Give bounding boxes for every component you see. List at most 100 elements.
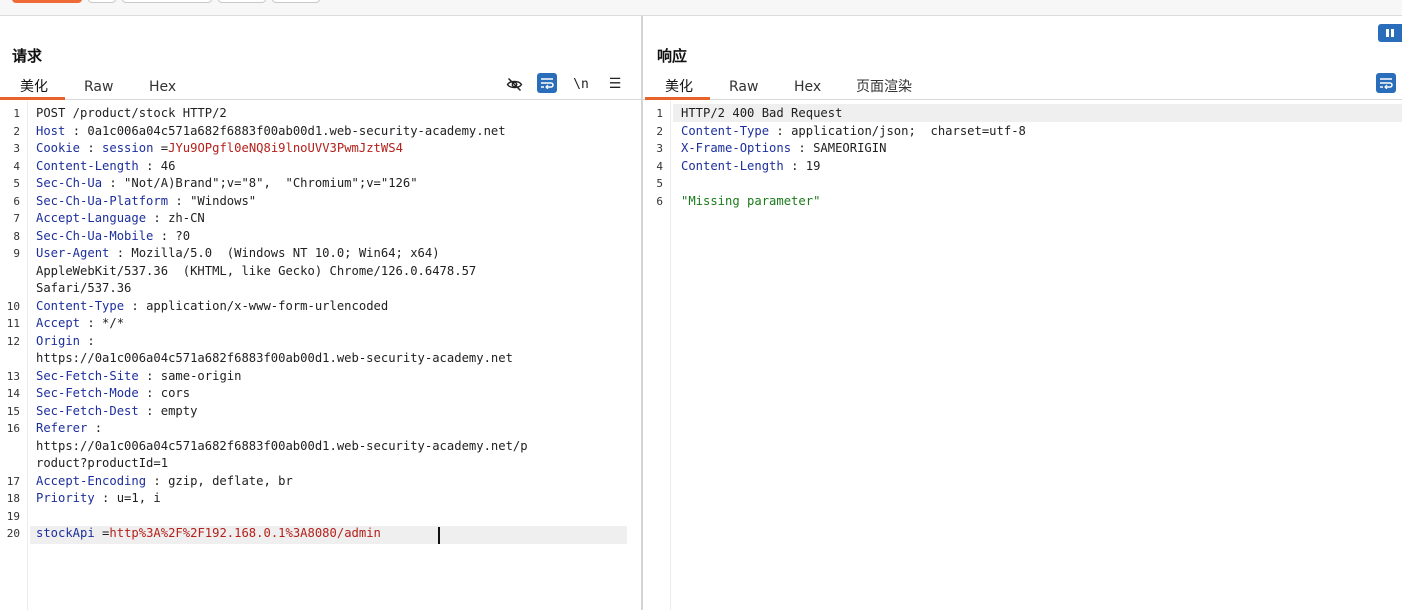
header-name: Accept-Language xyxy=(36,211,147,225)
text-segment: : */* xyxy=(80,316,125,330)
line-number: 13 xyxy=(6,369,20,383)
tab-render[interactable]: 页面渲染 xyxy=(854,76,914,100)
settings-button[interactable] xyxy=(88,0,116,3)
toolbar-button[interactable] xyxy=(122,0,212,3)
text-segment: : SAMEORIGIN xyxy=(791,141,887,155)
line-number: 3 xyxy=(13,142,20,155)
code-line: Priority : u=1, i xyxy=(36,490,161,507)
text-segment: = xyxy=(153,141,169,155)
code-line: Accept-Language : zh-CN xyxy=(36,210,205,227)
text-segment: : cors xyxy=(138,386,191,400)
text-segment: : 0a1c006a04c571a682f6883f00ab00d1.web-s… xyxy=(65,123,506,138)
response-title: 响应 xyxy=(657,47,688,65)
text-segment: roduct?productId=1 xyxy=(36,456,169,470)
code-line: Cookie : session =JYu9OPgfl0eNQ8i9lnoUVV… xyxy=(36,140,403,157)
code-line: Referer : xyxy=(36,420,102,437)
code-line: Safari/537.36 xyxy=(36,280,131,297)
line-number: 10 xyxy=(6,299,20,313)
line-number: 5 xyxy=(656,177,663,190)
line-number: 17 xyxy=(6,474,20,488)
text-cursor xyxy=(438,527,440,544)
line-number: 1 xyxy=(656,107,663,120)
code-line: Content-Type : application/x-www-form-ur… xyxy=(36,298,388,315)
text-segment: : "Windows" xyxy=(168,193,257,208)
code-line: Host : 0a1c006a04c571a682f6883f00ab00d1.… xyxy=(36,123,506,140)
text-segment: : empty xyxy=(138,403,198,418)
code-line: Sec-Ch-Ua-Mobile : ?0 xyxy=(36,228,190,245)
eye-off-icon[interactable] xyxy=(504,74,524,94)
header-name: Content-Type xyxy=(36,298,125,313)
text-segment: : gzip, deflate, br xyxy=(146,473,293,488)
wrap-icon[interactable] xyxy=(537,73,557,93)
line-number: 7 xyxy=(13,212,20,225)
line-number: 5 xyxy=(13,177,20,190)
text-segment: : 19 xyxy=(783,158,821,173)
header-name: stockApi xyxy=(36,526,95,540)
text-segment: : Mozilla/5.0 (Windows NT 10.0; Win64; x… xyxy=(109,246,440,260)
header-name: Priority xyxy=(36,491,95,505)
request-title: 请求 xyxy=(12,47,43,65)
newline-icon[interactable]: \n xyxy=(571,74,591,94)
text-segment: AppleWebKit/537.36 (KHTML, like Gecko) C… xyxy=(36,263,477,278)
text-segment: : u=1, i xyxy=(94,491,161,505)
active-tab-indicator xyxy=(0,97,65,100)
string-literal: "Missing parameter" xyxy=(681,193,821,208)
code-line: AppleWebKit/537.36 (KHTML, like Gecko) C… xyxy=(36,263,476,280)
tab-hex[interactable]: Hex xyxy=(792,76,823,100)
line-number: 19 xyxy=(6,509,20,523)
code-line: Content-Length : 46 xyxy=(36,158,175,175)
response-pane: 响应 美化 Raw Hex 页面渲染 1 2 3 4 5 6 HTTP/2 400 Bad … xyxy=(643,16,1402,610)
code-line: https://0a1c006a04c571a682f6883f00ab00d1… xyxy=(36,438,528,455)
code-line: Accept : */* xyxy=(36,315,124,332)
code-line: Sec-Fetch-Dest : empty xyxy=(36,403,197,420)
header-name: Sec-Ch-Ua-Platform xyxy=(36,193,169,208)
menu-icon[interactable]: ☰ xyxy=(605,74,625,94)
line-number: 2 xyxy=(656,124,663,138)
code-line: "Missing parameter" xyxy=(681,193,820,210)
forward-button[interactable] xyxy=(272,0,320,3)
text-segment: https://0a1c006a04c571a682f6883f00ab00d1… xyxy=(36,438,528,453)
code-line: X-Frame-Options : SAMEORIGIN xyxy=(681,140,886,157)
line-number: 16 xyxy=(6,422,20,435)
line-number: 18 xyxy=(6,492,20,505)
line-number: 12 xyxy=(6,334,20,348)
code-line: https://0a1c006a04c571a682f6883f00ab00d1… xyxy=(36,350,513,367)
pause-icon[interactable] xyxy=(1378,24,1402,42)
header-name: Accept-Encoding xyxy=(36,473,147,488)
send-button[interactable] xyxy=(12,0,82,3)
line-number: 11 xyxy=(6,317,20,330)
response-editor[interactable]: 1 2 3 4 5 6 HTTP/2 400 Bad Request Content-Type… xyxy=(643,101,1402,610)
text-segment: : application/x-www-form-urlencoded xyxy=(124,298,389,313)
line-number: 4 xyxy=(13,159,20,173)
header-name: Content-Length xyxy=(36,158,139,173)
line-number: 15 xyxy=(6,404,20,418)
line-number: 6 xyxy=(13,194,20,208)
line-number: 1 xyxy=(13,107,20,120)
header-name: Host xyxy=(36,123,66,138)
code-line: HTTP/2 400 Bad Request xyxy=(681,105,842,122)
header-name: Content-Length xyxy=(681,158,784,173)
wrap-icon[interactable] xyxy=(1376,73,1396,93)
request-editor[interactable]: 1 2 3 4 5 6 7 8 9 10 11 12 13 14 15 16 17 18 19 20 POST /pro… xyxy=(0,101,641,610)
tab-raw[interactable]: Raw xyxy=(727,76,760,100)
back-button[interactable] xyxy=(218,0,266,3)
request-pane: 请求 美化 Raw Hex \n ☰ 1 2 3 4 5 6 7 8 9 10 11 12 13 14 15… xyxy=(0,16,641,610)
text-segment: : same-origin xyxy=(138,368,242,383)
code-line: Sec-Fetch-Site : same-origin xyxy=(36,368,241,385)
text-segment: : zh-CN xyxy=(146,211,205,225)
header-name: Origin xyxy=(36,333,81,348)
tab-hex[interactable]: Hex xyxy=(147,76,178,100)
line-number: 14 xyxy=(6,387,20,400)
tab-raw[interactable]: Raw xyxy=(82,76,115,100)
text-segment: https://0a1c006a04c571a682f6883f00ab00d1… xyxy=(36,351,513,365)
header-name: Cookie xyxy=(36,141,81,155)
header-name: Accept xyxy=(36,316,81,330)
code-line: Content-Length : 19 xyxy=(681,158,820,175)
text-segment: HTTP/2 400 Bad Request xyxy=(681,106,843,120)
header-name: Sec-Fetch-Dest xyxy=(36,403,139,418)
line-number: 2 xyxy=(13,124,20,138)
active-tab-indicator xyxy=(645,97,710,100)
text-segment: Safari/537.36 xyxy=(36,281,132,295)
code-line: roduct?productId=1 xyxy=(36,455,168,472)
header-name: X-Frame-Options xyxy=(681,141,792,155)
